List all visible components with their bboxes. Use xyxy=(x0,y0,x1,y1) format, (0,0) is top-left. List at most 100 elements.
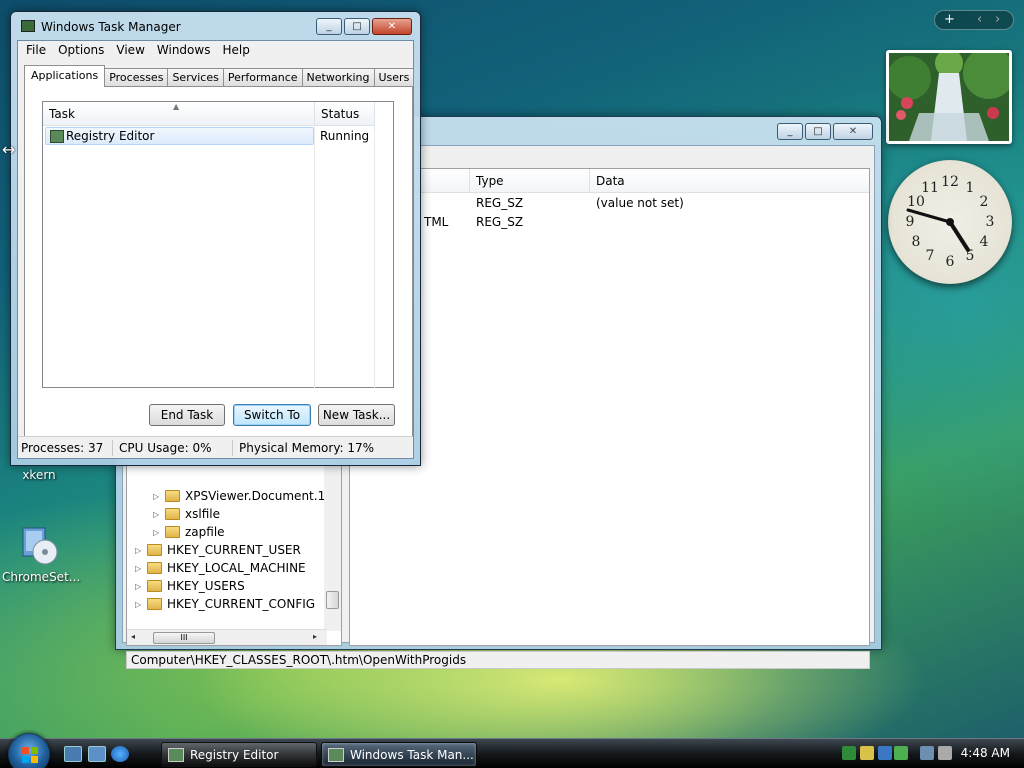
tree-item[interactable]: ▷ HKEY_CURRENT_CONFIG xyxy=(135,595,315,613)
desktop-icon-label: xkern xyxy=(22,468,56,482)
menu-windows[interactable]: Windows xyxy=(151,43,217,57)
tree-horizontal-scrollbar[interactable]: ◂ III ▸ xyxy=(127,629,327,645)
status-cpu-usage: CPU Usage: 0% xyxy=(119,441,212,455)
folder-icon xyxy=(165,508,180,520)
tree-item[interactable]: ▷ HKEY_CURRENT_USER xyxy=(135,541,301,559)
tree-item-label: zapfile xyxy=(185,525,225,539)
tray-app-icon[interactable] xyxy=(842,746,856,760)
close-button[interactable]: ✕ xyxy=(372,18,412,35)
column-header-label: Task xyxy=(49,107,75,121)
clock-number: 1 xyxy=(966,180,975,196)
show-desktop-icon[interactable] xyxy=(64,746,82,762)
table-row[interactable]: Registry Editor xyxy=(45,127,314,145)
tab-users[interactable]: Users xyxy=(373,68,415,87)
expand-arrow-icon[interactable]: ▷ xyxy=(153,528,165,537)
tree-item[interactable]: ▷ zapfile xyxy=(153,523,225,541)
column-header-status[interactable]: Status xyxy=(315,102,375,126)
value-type[interactable]: REG_SZ xyxy=(476,194,523,212)
tab-services[interactable]: Services xyxy=(167,68,224,87)
scrollbar-thumb[interactable] xyxy=(326,591,339,609)
minimize-button[interactable]: _ xyxy=(777,123,803,140)
taskbar-button-task-manager[interactable]: Windows Task Man... xyxy=(321,742,477,767)
expand-arrow-icon[interactable]: ▷ xyxy=(153,510,165,519)
clock-number: 7 xyxy=(926,248,935,264)
clock-number: 2 xyxy=(980,194,989,210)
tree-item[interactable]: ▷ HKEY_LOCAL_MACHINE xyxy=(135,559,306,577)
maximize-button[interactable]: □ xyxy=(344,18,370,35)
next-gadget-icon[interactable]: › xyxy=(995,12,1000,27)
registry-values-pane[interactable]: Type Data TML REG_SZ (value not set) REG… xyxy=(349,168,870,646)
resize-cursor-icon: ↔ xyxy=(2,140,16,159)
task-list[interactable]: ▲ Task Status Registry Editor Running xyxy=(42,101,394,388)
tab-networking[interactable]: Networking xyxy=(301,68,375,87)
taskmgr-titlebar[interactable]: Windows Task Manager _ □ ✕ xyxy=(11,12,420,40)
clock-number: 4 xyxy=(980,234,989,250)
value-name[interactable]: TML xyxy=(424,213,448,231)
volume-muted-icon[interactable] xyxy=(938,746,952,760)
tray-update-icon[interactable] xyxy=(894,746,908,760)
prev-gadget-icon[interactable]: ‹ xyxy=(977,12,982,27)
value-data[interactable]: (value not set) xyxy=(596,194,684,212)
tree-item[interactable]: ▷ xslfile xyxy=(153,505,220,523)
start-button[interactable] xyxy=(8,733,50,768)
clock-gadget[interactable]: 12 1 2 3 4 5 6 7 8 9 10 11 xyxy=(888,160,1012,284)
analog-clock-face: 12 1 2 3 4 5 6 7 8 9 10 11 xyxy=(906,174,995,270)
maximize-button[interactable]: □ xyxy=(805,123,831,140)
expand-arrow-icon[interactable]: ▷ xyxy=(135,564,147,573)
menu-options[interactable]: Options xyxy=(52,43,110,57)
security-shield-icon[interactable] xyxy=(860,746,874,760)
status-separator xyxy=(232,440,233,456)
menu-help[interactable]: Help xyxy=(216,43,255,57)
task-manager-window[interactable]: Windows Task Manager _ □ ✕ File Options … xyxy=(10,11,421,466)
column-divider xyxy=(314,126,315,388)
column-header-type[interactable]: Type xyxy=(470,169,590,193)
status-processes: Processes: 37 xyxy=(21,441,104,455)
desktop-icon-chromesetup[interactable]: ChromeSet... xyxy=(2,526,81,584)
tree-item-label: HKEY_CURRENT_USER xyxy=(167,543,301,557)
menubar: File Options View Windows Help xyxy=(18,41,413,59)
tab-applications[interactable]: Applications xyxy=(24,65,106,87)
desktop-icon-label: ChromeSet... xyxy=(2,570,81,584)
tree-item[interactable]: ▷ HKEY_USERS xyxy=(135,577,245,595)
taskmgr-client: File Options View Windows Help Applicati… xyxy=(17,40,415,459)
expand-arrow-icon[interactable]: ▷ xyxy=(153,492,165,501)
tray-status-icon[interactable] xyxy=(878,746,892,760)
installer-disc-icon xyxy=(19,526,59,566)
clock-number: 6 xyxy=(946,254,955,270)
clock-number: 8 xyxy=(912,234,921,250)
internet-explorer-icon[interactable] xyxy=(111,746,129,762)
switch-to-button[interactable]: Switch To xyxy=(233,404,311,426)
taskbar-button-registry-editor[interactable]: Registry Editor xyxy=(161,742,317,767)
task-name: Registry Editor xyxy=(66,129,155,143)
expand-arrow-icon[interactable]: ▷ xyxy=(135,600,147,609)
scrollbar-thumb[interactable]: III xyxy=(153,632,215,644)
tab-processes[interactable]: Processes xyxy=(104,68,169,87)
add-gadget-icon[interactable]: + xyxy=(944,12,955,27)
tab-performance[interactable]: Performance xyxy=(222,68,303,87)
desktop-icon-xkern[interactable]: xkern xyxy=(2,468,76,482)
minimize-button[interactable]: _ xyxy=(316,18,342,35)
network-icon[interactable] xyxy=(920,746,934,760)
clock-number: 12 xyxy=(941,174,959,190)
new-task-button[interactable]: New Task... xyxy=(318,404,395,426)
column-header-task[interactable]: ▲ Task xyxy=(43,102,315,126)
switch-windows-icon[interactable] xyxy=(88,746,106,762)
value-type[interactable]: REG_SZ xyxy=(476,213,523,231)
scroll-right-icon[interactable]: ▸ xyxy=(313,632,317,641)
tree-item[interactable]: ▷ XPSViewer.Document.1 xyxy=(153,487,325,505)
slideshow-gadget[interactable] xyxy=(886,50,1012,144)
taskbar-clock[interactable]: 4:48 AM xyxy=(961,746,1010,760)
end-task-button[interactable]: End Task xyxy=(149,404,225,426)
menu-view[interactable]: View xyxy=(110,43,150,57)
folder-icon xyxy=(147,544,162,556)
expand-arrow-icon[interactable]: ▷ xyxy=(135,582,147,591)
expand-arrow-icon[interactable]: ▷ xyxy=(135,546,147,555)
column-header-data[interactable]: Data xyxy=(590,169,869,193)
close-button[interactable]: ✕ xyxy=(833,123,873,140)
tab-strip: Applications Processes Services Performa… xyxy=(24,65,415,87)
clock-number: 11 xyxy=(921,180,939,196)
menu-file[interactable]: File xyxy=(20,43,52,57)
task-status: Running xyxy=(320,129,370,143)
registry-editor-icon xyxy=(168,747,184,762)
scroll-left-icon[interactable]: ◂ xyxy=(131,632,135,641)
